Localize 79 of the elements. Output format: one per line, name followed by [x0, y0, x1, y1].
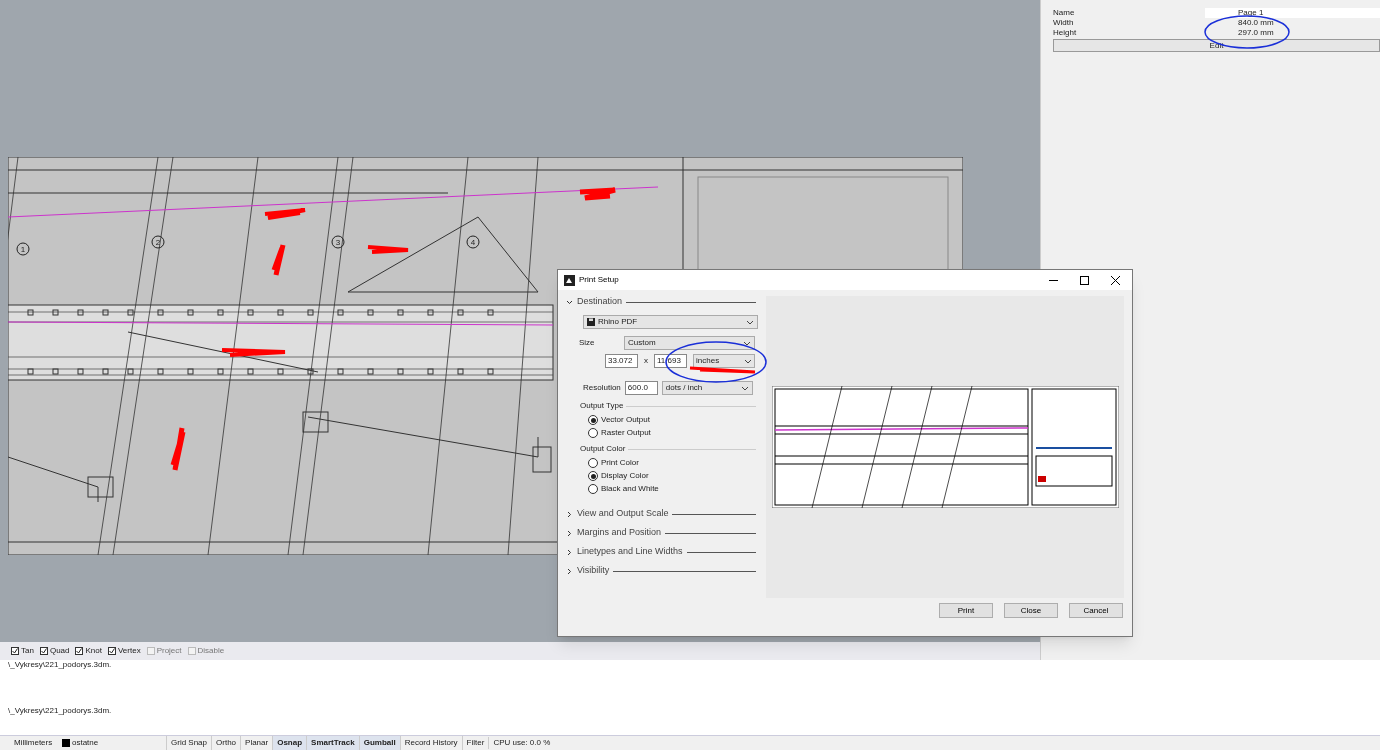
close-icon[interactable] — [1111, 275, 1120, 285]
status-pane[interactable]: Record History — [399, 736, 462, 750]
checkbox[interactable] — [146, 647, 155, 655]
chevron-right-icon[interactable] — [566, 567, 573, 575]
app-logo-icon — [564, 274, 575, 286]
size-label: Size — [579, 337, 596, 349]
caret-icon — [743, 340, 751, 346]
pen-scribble — [689, 366, 757, 374]
caret-icon — [740, 385, 749, 391]
pen-scribble — [367, 245, 410, 254]
pen-scribble — [271, 244, 286, 278]
checkbox-label: Disable — [197, 645, 225, 657]
group-label: Output Color — [580, 443, 626, 455]
property-label: Name — [1053, 7, 1076, 19]
property-label: Height — [1053, 27, 1078, 39]
caret-icon — [744, 358, 752, 364]
radio-button[interactable] — [588, 458, 598, 468]
checkbox[interactable] — [107, 647, 116, 655]
checkbox[interactable] — [11, 647, 19, 655]
status-pane[interactable]: Osnap — [272, 736, 307, 750]
resolution-field[interactable]: 600.0 — [624, 381, 658, 395]
status-pane[interactable]: Gumball — [358, 736, 400, 750]
resolution-label: Resolution — [583, 382, 621, 394]
property-value: 297.0 mm — [1237, 27, 1274, 39]
checkbox-label: Knot — [85, 645, 102, 657]
size-dropdown[interactable]: Custom — [624, 336, 755, 350]
radio-button[interactable] — [588, 484, 598, 494]
printer-dropdown[interactable]: Rhino PDF — [583, 315, 758, 329]
checkbox-label: Vertex — [117, 645, 141, 657]
checkbox-label: Tan — [21, 645, 34, 657]
radio-label: Raster Output — [601, 427, 651, 439]
pen-scribble — [579, 187, 618, 201]
radio-button[interactable] — [588, 415, 598, 425]
width-field[interactable]: 33.072 — [605, 354, 638, 368]
resolution-units-dropdown[interactable]: dots / inch — [661, 381, 753, 395]
status-pane[interactable]: Filter — [461, 736, 489, 750]
chevron-right-icon[interactable] — [566, 510, 573, 518]
dialog-button[interactable]: Print — [939, 603, 993, 618]
checkbox-label: Project — [156, 645, 182, 657]
property-field[interactable]: Page 1 — [1205, 8, 1380, 18]
dialog-button[interactable]: Close — [1004, 603, 1058, 618]
pen-scribble — [170, 427, 186, 473]
cpu-usage: CPU use: 0.0 % — [488, 737, 555, 749]
status-pane[interactable]: SmartTrack — [306, 736, 359, 750]
dialog-button[interactable]: Cancel — [1069, 603, 1123, 618]
chevron-right-icon[interactable] — [566, 548, 573, 556]
section-header[interactable]: Destination — [577, 295, 623, 309]
maximize-icon[interactable] — [1080, 275, 1089, 285]
layer-label[interactable]: ostatne — [72, 737, 166, 749]
history-line: \_Vykresy\221_podorys.3dm. — [8, 660, 113, 670]
pen-scribble — [264, 208, 307, 220]
units-dropdown[interactable]: inches — [693, 354, 755, 368]
status-pane[interactable]: Ortho — [211, 736, 241, 750]
times-sign: x — [644, 355, 648, 367]
checkbox[interactable] — [39, 647, 48, 655]
chevron-right-icon[interactable] — [566, 529, 573, 537]
units-label[interactable]: Millimeters — [0, 737, 60, 749]
layer-swatch — [62, 739, 70, 747]
chevron-down-icon[interactable] — [566, 298, 573, 306]
radio-button[interactable] — [588, 428, 598, 438]
section-header[interactable]: View and Output Scale — [577, 507, 669, 521]
pen-scribble — [221, 348, 287, 357]
status-pane[interactable]: Grid Snap — [166, 736, 212, 750]
caret-icon — [746, 319, 754, 325]
group-label: Output Type — [580, 400, 624, 412]
history-line: \_Vykresy\221_podorys.3dm. — [8, 706, 113, 716]
checkbox[interactable] — [75, 647, 84, 655]
section-header[interactable]: Margins and Position — [577, 526, 662, 540]
radio-label: Vector Output — [601, 414, 650, 426]
radio-label: Print Color — [601, 457, 639, 469]
window-title: Print Setup — [579, 274, 619, 286]
checkbox[interactable] — [187, 647, 196, 655]
radio-label: Display Color — [601, 470, 649, 482]
property-value: 840.0 mm — [1237, 17, 1274, 29]
checkbox-label: Quad — [49, 645, 70, 657]
radio-button[interactable] — [588, 471, 598, 481]
property-label: Width — [1053, 17, 1075, 29]
section-header[interactable]: Visibility — [577, 564, 610, 578]
radio-label: Black and White — [601, 483, 659, 495]
